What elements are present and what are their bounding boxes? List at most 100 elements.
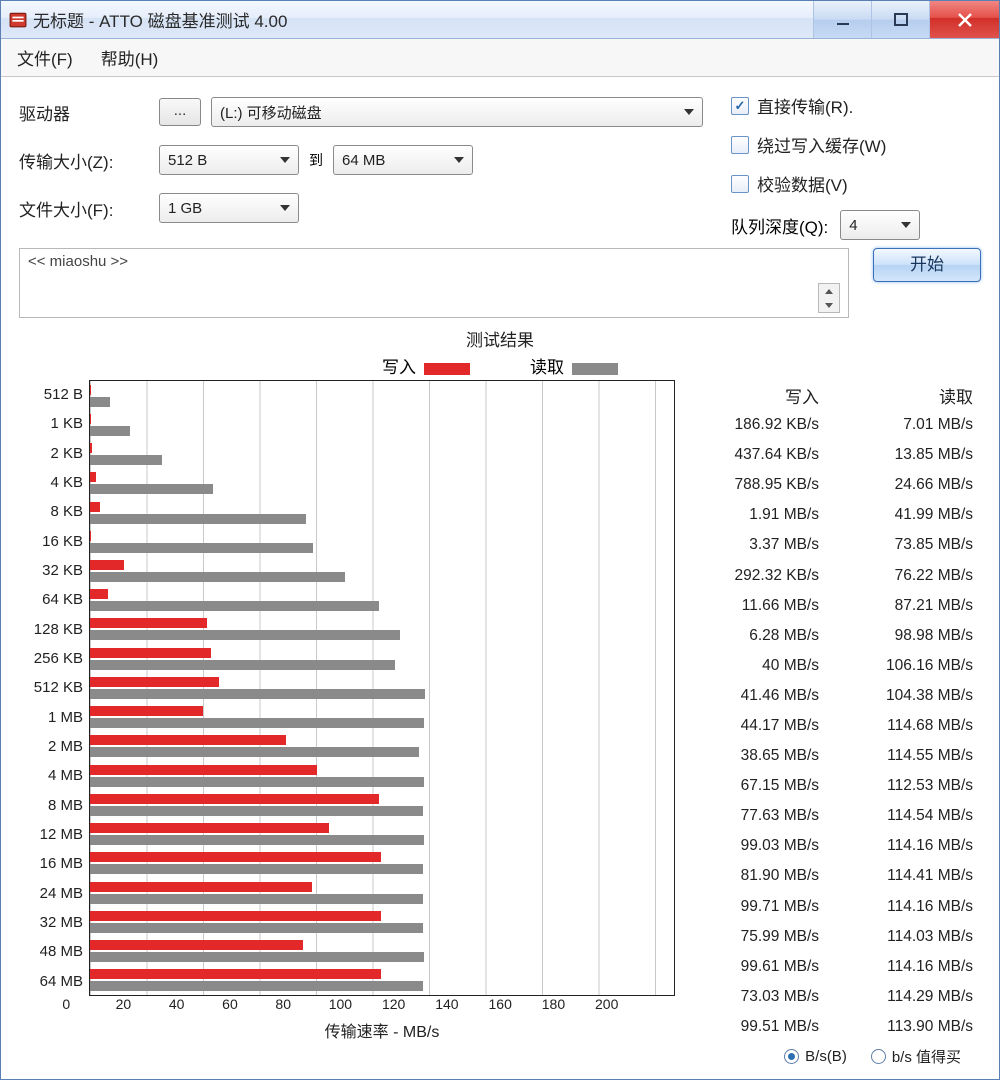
- results-title: 测试结果: [19, 326, 981, 351]
- spin-down-icon[interactable]: [819, 298, 839, 312]
- x-tick-label: 140: [435, 996, 488, 1012]
- controls-row: 驱动器 ... (L:) 可移动磁盘 传输大小(Z): 512 B 到: [19, 91, 981, 240]
- x-tick-label: 0: [62, 996, 115, 1012]
- y-tick-label: 4 MB: [19, 761, 89, 790]
- chart-row: [90, 849, 674, 878]
- checkbox-icon: [731, 136, 749, 154]
- file-size-select[interactable]: 1 GB: [159, 193, 299, 223]
- drive-select[interactable]: (L:) 可移动磁盘: [211, 97, 703, 127]
- transfer-from-select[interactable]: 512 B: [159, 145, 299, 175]
- header-read: 读取: [835, 383, 981, 408]
- table-row: 186.92 KB/s7.01 MB/s: [681, 410, 981, 440]
- verify-data-label: 校验数据(V): [757, 171, 848, 196]
- read-bar: [90, 777, 424, 787]
- write-bar: [90, 823, 329, 833]
- write-bar: [90, 589, 108, 599]
- chart-row: [90, 790, 674, 819]
- description-input[interactable]: << miaoshu >>: [19, 248, 849, 318]
- read-cell: 24.66 MB/s: [835, 476, 981, 494]
- legend-read: 读取: [530, 353, 618, 378]
- description-spinner[interactable]: [818, 283, 840, 313]
- read-bar: [90, 981, 423, 991]
- chart-row: [90, 615, 674, 644]
- write-cell: 186.92 KB/s: [681, 416, 835, 434]
- spin-up-icon[interactable]: [819, 284, 839, 298]
- chart-row: [90, 820, 674, 849]
- read-cell: 114.16 MB/s: [835, 837, 981, 855]
- write-bar: [90, 852, 381, 862]
- window: 无标题 - ATTO 磁盘基准测试 4.00 文件(F) 帮助(H) 驱动器 .…: [0, 0, 1000, 1080]
- read-cell: 41.99 MB/s: [835, 506, 981, 524]
- maximize-button[interactable]: [871, 1, 929, 38]
- description-row: << miaoshu >> 开始: [19, 248, 981, 318]
- write-cell: 99.61 MB/s: [681, 958, 835, 976]
- read-bar: [90, 660, 395, 670]
- close-button[interactable]: [929, 1, 999, 38]
- browse-button[interactable]: ...: [159, 98, 201, 126]
- table-row: 67.15 MB/s112.53 MB/s: [681, 771, 981, 801]
- bypass-cache-checkbox[interactable]: 绕过写入缓存(W): [731, 132, 981, 157]
- menu-help[interactable]: 帮助(H): [101, 45, 159, 70]
- chart-legend: 写入 读取: [19, 353, 981, 378]
- y-tick-label: 12 MB: [19, 820, 89, 849]
- y-tick-label: 24 MB: [19, 879, 89, 908]
- write-cell: 67.15 MB/s: [681, 777, 835, 795]
- table-row: 437.64 KB/s13.85 MB/s: [681, 440, 981, 470]
- write-bar: [90, 560, 124, 570]
- write-bar: [90, 735, 286, 745]
- right-controls: ✓ 直接传输(R). 绕过写入缓存(W) 校验数据(V) 队列深度(Q): 4: [731, 91, 981, 240]
- chart-row: [90, 381, 674, 410]
- chevron-down-icon: [901, 222, 911, 228]
- write-cell: 3.37 MB/s: [681, 536, 835, 554]
- table-row: 81.90 MB/s114.41 MB/s: [681, 861, 981, 891]
- drive-select-value: (L:) 可移动磁盘: [220, 102, 322, 123]
- y-tick-label: 48 MB: [19, 937, 89, 966]
- unit-bits-radio[interactable]: b/s 值得买: [871, 1046, 961, 1067]
- unit-bytes-label: B/s(B): [805, 1048, 847, 1065]
- x-tick-label: 20: [116, 996, 169, 1012]
- write-bar: [90, 969, 381, 979]
- write-bar: [90, 911, 381, 921]
- table-row: 99.71 MB/s114.16 MB/s: [681, 892, 981, 922]
- file-size-label: 文件大小(F):: [19, 196, 149, 221]
- header-write: 写入: [681, 383, 835, 408]
- read-bar: [90, 806, 423, 816]
- x-tick-label: 120: [382, 996, 435, 1012]
- table-row: 292.32 KB/s76.22 MB/s: [681, 560, 981, 590]
- write-cell: 292.32 KB/s: [681, 567, 835, 585]
- table-row: 77.63 MB/s114.54 MB/s: [681, 801, 981, 831]
- table-row: 40 MB/s106.16 MB/s: [681, 651, 981, 681]
- queue-depth-select[interactable]: 4: [840, 210, 920, 240]
- write-bar: [90, 648, 211, 658]
- table-row: 11.66 MB/s87.21 MB/s: [681, 591, 981, 621]
- read-cell: 87.21 MB/s: [835, 597, 981, 615]
- unit-bytes-radio[interactable]: B/s(B): [784, 1048, 847, 1065]
- write-cell: 41.46 MB/s: [681, 687, 835, 705]
- content: 驱动器 ... (L:) 可移动磁盘 传输大小(Z): 512 B 到: [1, 77, 999, 1079]
- chart-row: [90, 469, 674, 498]
- read-bar: [90, 514, 306, 524]
- radio-icon: [871, 1049, 886, 1064]
- write-cell: 6.28 MB/s: [681, 627, 835, 645]
- checkbox-icon: ✓: [731, 97, 749, 115]
- transfer-to-select[interactable]: 64 MB: [333, 145, 473, 175]
- read-bar: [90, 923, 423, 933]
- read-cell: 13.85 MB/s: [835, 446, 981, 464]
- verify-data-checkbox[interactable]: 校验数据(V): [731, 171, 981, 196]
- x-tick-label: 200: [595, 996, 648, 1012]
- window-buttons: [813, 1, 999, 38]
- chart-row: [90, 556, 674, 585]
- read-cell: 76.22 MB/s: [835, 567, 981, 585]
- y-tick-label: 4 KB: [19, 468, 89, 497]
- y-tick-label: 128 KB: [19, 615, 89, 644]
- read-swatch-icon: [572, 363, 618, 375]
- write-bar: [90, 385, 91, 395]
- direct-io-checkbox[interactable]: ✓ 直接传输(R).: [731, 93, 981, 118]
- read-bar: [90, 572, 345, 582]
- menu-file[interactable]: 文件(F): [17, 45, 73, 70]
- chevron-down-icon: [684, 109, 694, 115]
- y-tick-label: 8 MB: [19, 791, 89, 820]
- minimize-button[interactable]: [813, 1, 871, 38]
- left-controls: 驱动器 ... (L:) 可移动磁盘 传输大小(Z): 512 B 到: [19, 91, 703, 240]
- start-button[interactable]: 开始: [873, 248, 981, 282]
